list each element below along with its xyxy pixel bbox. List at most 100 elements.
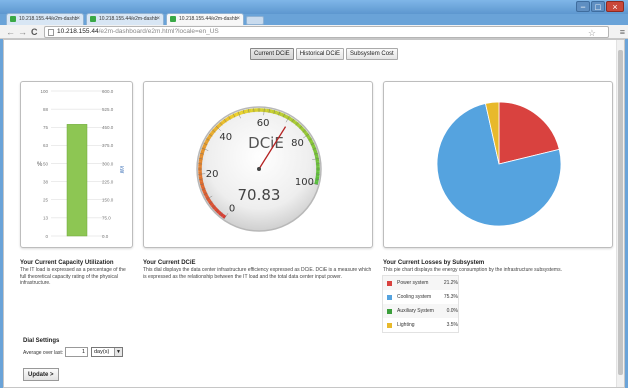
average-input[interactable]: 1 <box>65 347 88 357</box>
gauge-arc-segment <box>201 145 207 150</box>
vertical-scrollbar[interactable] <box>616 40 624 387</box>
gauge-arc-segment <box>214 126 219 131</box>
legend-value: 0.0% <box>446 308 458 314</box>
capacity-right-tick: 150.0 <box>102 198 114 203</box>
current-dcie-button[interactable]: Current DCiE <box>250 48 294 60</box>
gauge-arc-segment <box>224 117 229 123</box>
legend-row-power: Power system 21.2% <box>383 276 458 290</box>
capacity-left-tick: 0 <box>45 234 48 239</box>
losses-description: This pie chart displays the energy consu… <box>383 267 562 273</box>
gauge-arc-segment <box>314 181 319 185</box>
capacity-left-tick: 38 <box>43 179 49 184</box>
losses-panel <box>383 81 613 248</box>
unit-select[interactable]: day(s) ▼ <box>91 347 123 357</box>
gauge-scale-label: 100 <box>295 177 314 188</box>
address-bar[interactable]: 10.218.155.44/e2m-dashboard/e2m.html?loc… <box>44 26 609 38</box>
legend-row-cooling: Cooling system 75.3% <box>383 290 458 304</box>
browser-tab[interactable]: 10.218.155.44/e2m-dashb × <box>6 13 84 25</box>
losses-legend: Power system 21.2% Cooling system 75.3% Au… <box>382 275 459 333</box>
gauge-arc-segment <box>206 197 211 202</box>
gauge-arc-segment <box>210 203 216 209</box>
capacity-panel: 100 600.0 88 525.0 75 450.0 63 375.0 50 300.0 38 22… <box>20 81 133 248</box>
gauge-arc-segment <box>299 126 304 131</box>
gauge-arc-segment <box>307 136 312 141</box>
gauge-arc-segment <box>219 120 225 126</box>
gauge-arc-segment <box>230 113 235 119</box>
capacity-left-unit: % <box>37 162 43 168</box>
bookmark-star-icon[interactable]: ☆ <box>588 27 596 39</box>
gauge-arc-segment <box>240 110 245 115</box>
gauge-arc-segment <box>199 178 204 183</box>
losses-title: Your Current Losses by Subsystem <box>383 260 485 266</box>
capacity-right-unit: kW <box>118 166 124 174</box>
capacity-left-tick: 88 <box>43 107 49 112</box>
historical-dcie-button[interactable]: Historical DCiE <box>295 48 345 60</box>
gauge-arc-segment <box>202 143 208 148</box>
gauge-arc-segment <box>212 127 217 133</box>
scrollbar-thumb[interactable] <box>618 50 623 375</box>
capacity-left-tick: 63 <box>43 143 49 148</box>
page-icon <box>48 29 54 36</box>
gauge-arc-segment <box>295 122 301 127</box>
dcie-value: 70.83 <box>238 186 281 204</box>
legend-row-auxiliary: Auxiliary System 0.0% <box>383 304 458 318</box>
gauge-arc-segment <box>278 111 283 117</box>
gauge-arc-segment <box>233 112 238 118</box>
favicon-icon <box>10 16 16 22</box>
capacity-right-tick: 225.0 <box>102 179 114 184</box>
subsystem-cost-button[interactable]: Subsystem Cost <box>346 48 398 60</box>
gauge-arc-segment <box>313 150 318 155</box>
capacity-right-tick: 600.0 <box>102 89 114 94</box>
gauge-arc-segment <box>207 199 213 204</box>
update-button[interactable]: Update > <box>23 368 59 381</box>
tab-title: 10.218.155.44/e2m-dashb <box>179 16 238 22</box>
close-tab-icon[interactable]: × <box>236 14 240 25</box>
gauge-scale-label: 0 <box>229 204 235 215</box>
legend-value: 75.3% <box>443 294 458 300</box>
gauge-pivot <box>257 167 261 171</box>
gauge-arc-segment <box>216 209 221 214</box>
gauge-arc-segment <box>309 140 315 145</box>
gauge-arc-segment <box>216 124 221 129</box>
gauge-arc-segment <box>201 148 206 152</box>
gauge-arc-segment <box>209 201 214 206</box>
favicon-icon <box>170 16 176 22</box>
gauge-arc-segment <box>210 129 216 135</box>
gauge-arc-segment <box>205 138 210 143</box>
gauge-arc-segment <box>200 150 205 155</box>
back-icon[interactable]: ← <box>6 26 15 38</box>
window-titlebar: − □ × <box>0 0 628 14</box>
gauge-arc-segment <box>201 186 206 190</box>
capacity-right-tick: 300.0 <box>102 161 114 166</box>
gauge-arc-segment <box>207 134 213 139</box>
menu-icon[interactable]: ≡ <box>620 25 625 39</box>
capacity-right-tick: 525.0 <box>102 107 114 112</box>
maximize-icon[interactable]: □ <box>591 1 605 12</box>
gauge-scale-label: 80 <box>291 138 304 149</box>
gauge-arc-segment <box>308 138 313 143</box>
close-tab-icon[interactable]: × <box>76 14 80 25</box>
close-window-icon[interactable]: × <box>606 1 624 12</box>
gauge-arc-segment <box>212 205 217 211</box>
dial-settings-title: Dial Settings <box>23 338 60 344</box>
gauge-arc-segment <box>280 112 285 118</box>
close-tab-icon[interactable]: × <box>156 14 160 25</box>
gauge-arc-segment <box>228 115 233 120</box>
gauge-arc-segment <box>314 178 319 183</box>
average-label: Average over last: <box>23 350 64 356</box>
forward-icon[interactable]: → <box>18 26 27 38</box>
browser-tab-active[interactable]: 10.218.155.44/e2m-dashb × <box>166 13 244 25</box>
gauge-arc-segment <box>287 116 292 121</box>
gauge-arc-segment <box>276 111 280 116</box>
browser-tab[interactable]: 10.218.155.44/e2m-dashb × <box>86 13 164 25</box>
reload-icon[interactable]: C <box>31 26 38 38</box>
gauge-arc-segment <box>312 148 317 152</box>
gauge-arc-segment <box>305 134 311 139</box>
new-tab-button[interactable] <box>246 16 264 25</box>
gauge-arc-segment <box>268 109 273 114</box>
minimize-icon[interactable]: − <box>576 1 590 12</box>
gauge-arc-segment <box>301 127 306 133</box>
gauge-arc-segment <box>291 119 296 124</box>
capacity-description: The IT load is expressed as a percentage… <box>20 267 126 286</box>
legend-label: Power system <box>397 280 429 286</box>
